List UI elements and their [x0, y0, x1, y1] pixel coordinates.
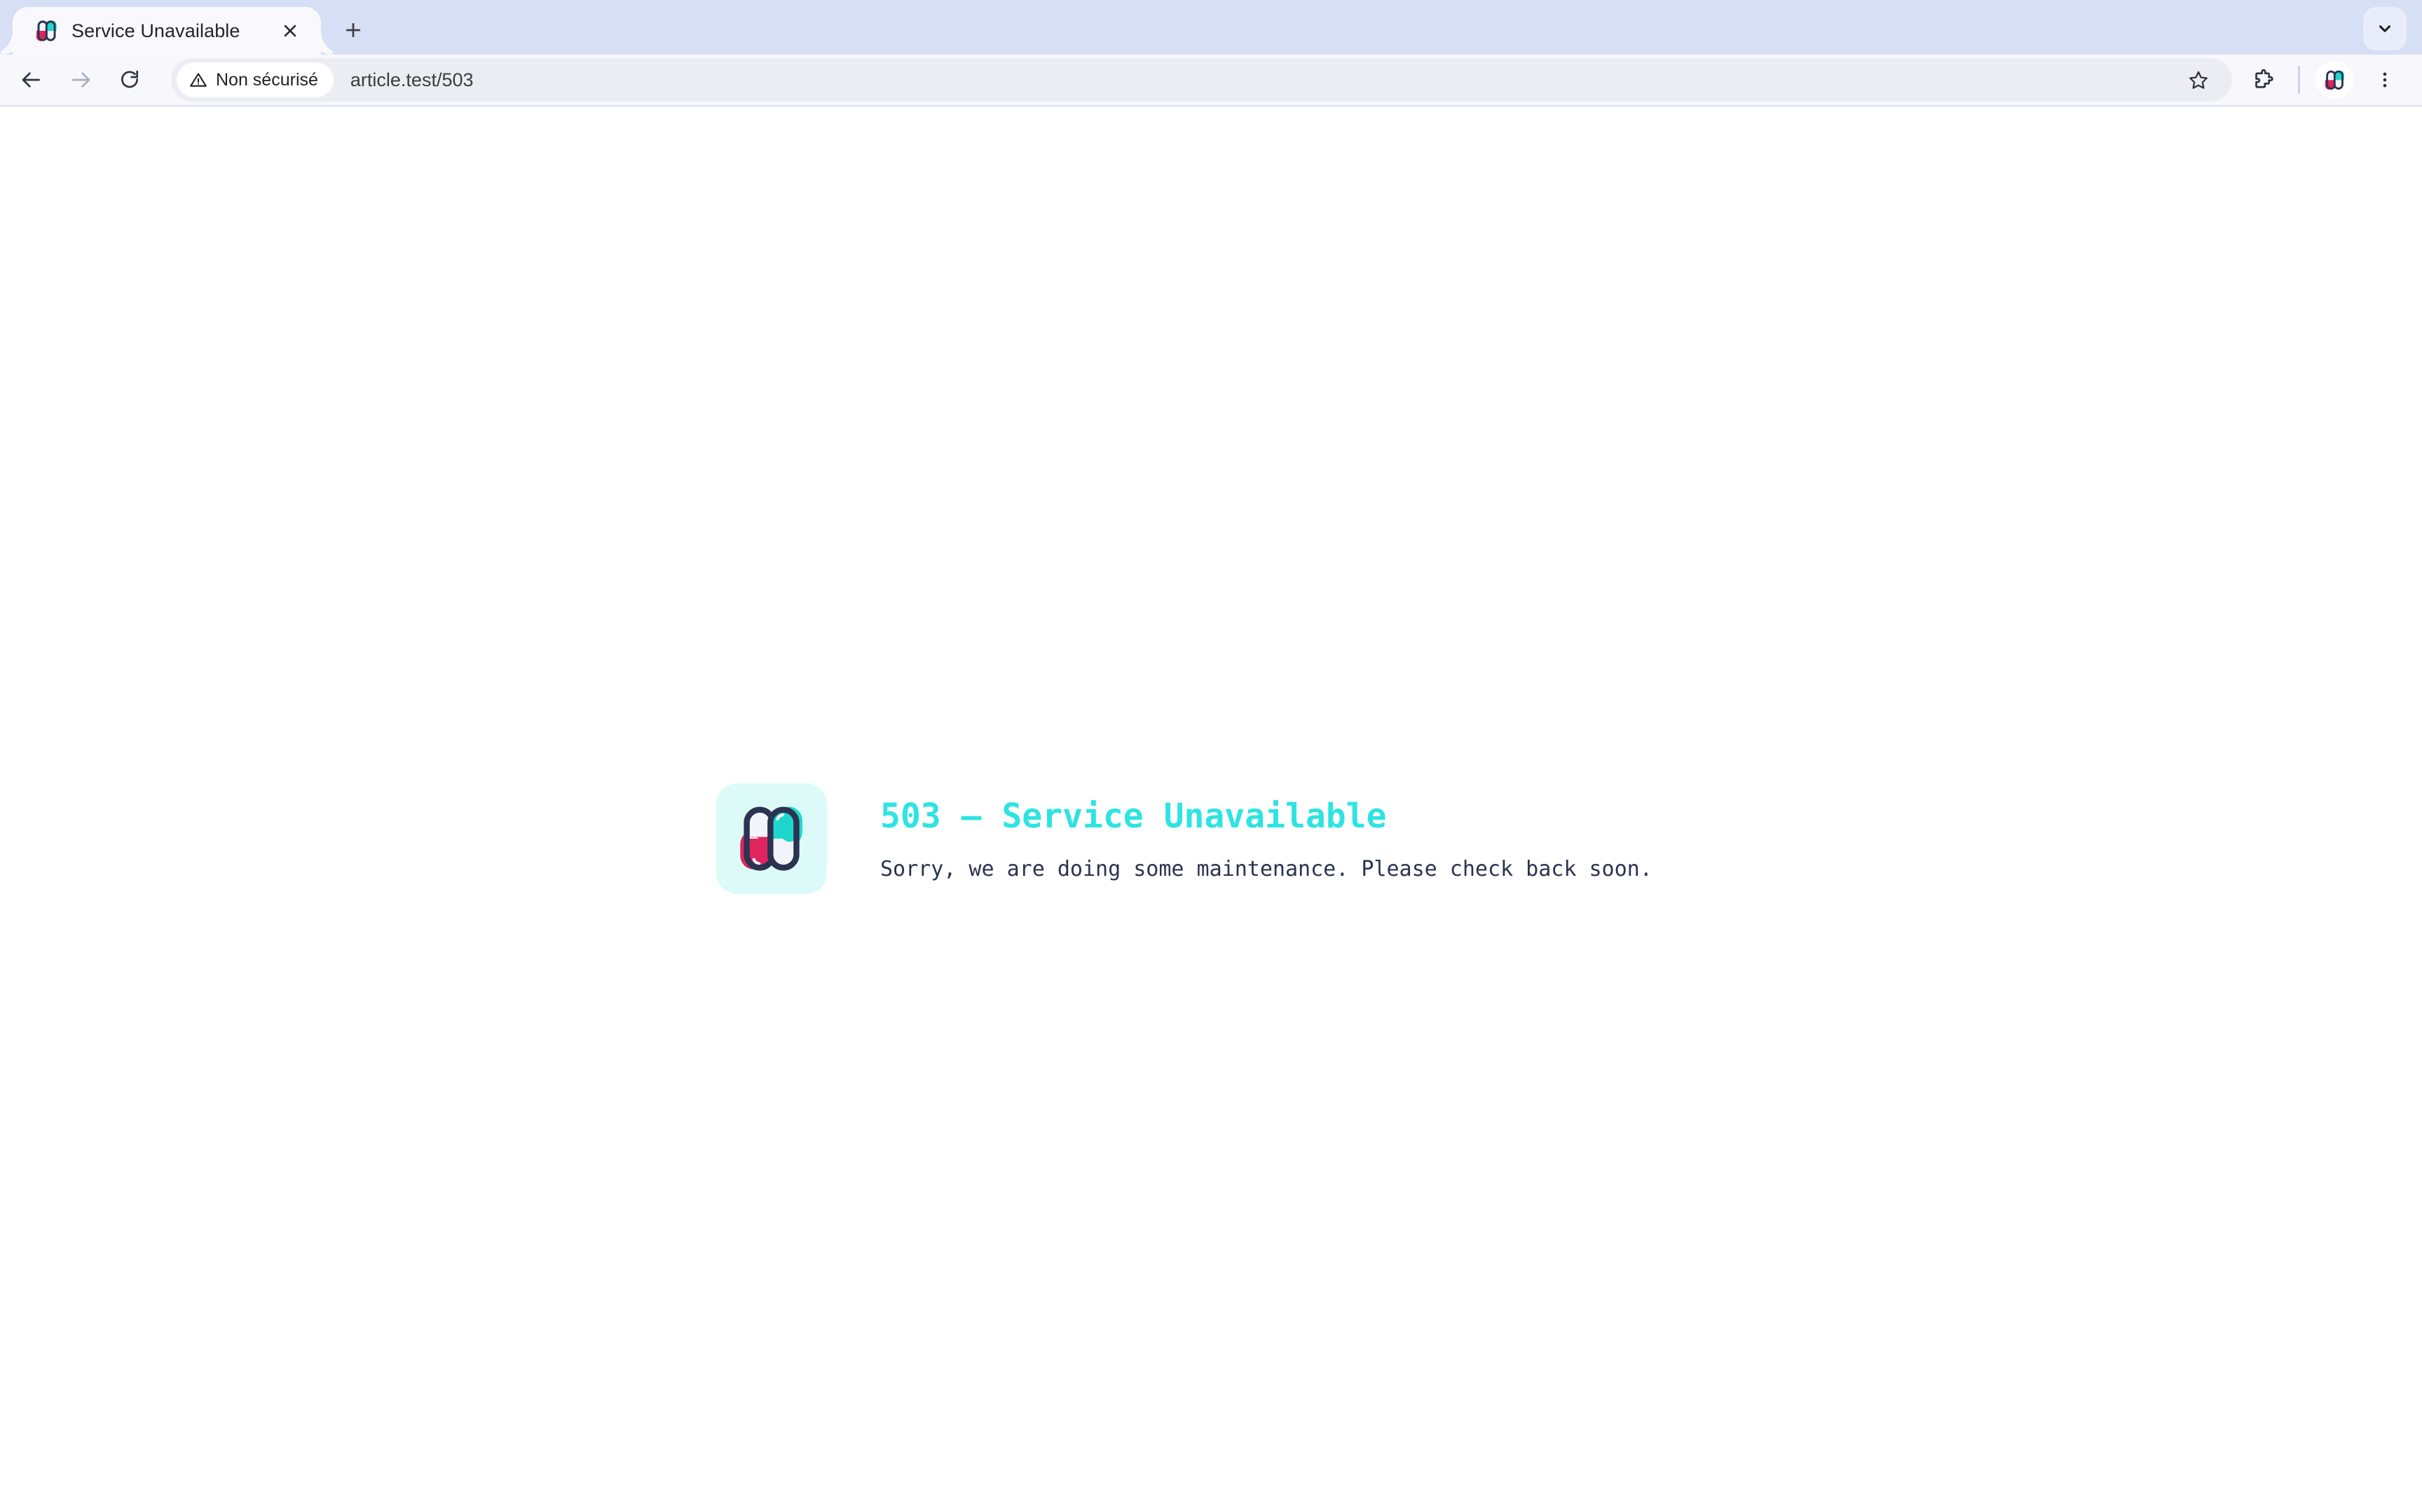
back-button[interactable]	[7, 55, 56, 104]
omnibox-actions	[2179, 60, 2218, 99]
error-page-content: 503 — Service Unavailable Sorry, we are …	[716, 783, 1653, 894]
three-dot-menu-icon	[2383, 72, 2387, 88]
reload-button[interactable]	[105, 55, 154, 104]
url-text[interactable]: article.test/503	[350, 69, 474, 91]
pills-logo-icon	[740, 806, 802, 871]
page-viewport: 503 — Service Unavailable Sorry, we are …	[0, 106, 2422, 1512]
error-subtitle: Sorry, we are doing some maintenance. Pl…	[880, 856, 1653, 881]
tab-strip: Service Unavailable	[0, 0, 2422, 55]
bookmark-button[interactable]	[2179, 60, 2218, 99]
chevron-down-icon	[2379, 25, 2391, 32]
pills-icon	[36, 20, 57, 41]
tab-service-unavailable[interactable]: Service Unavailable	[13, 7, 321, 55]
error-heading: 503 — Service Unavailable	[880, 796, 1387, 836]
plus-icon	[345, 22, 361, 38]
close-icon[interactable]	[275, 15, 306, 46]
toolbar-divider	[2298, 66, 2300, 94]
tab-title: Service Unavailable	[71, 20, 240, 41]
warning-triangle-icon	[190, 73, 207, 87]
profile-avatar[interactable]	[2315, 61, 2353, 99]
logo-card	[716, 783, 827, 894]
browser-window: Service Unavailable Non sécurisé article…	[0, 0, 2422, 1512]
security-label: Non sécurisé	[216, 69, 318, 90]
tab-search-button[interactable]	[2363, 7, 2407, 50]
error-text-block: 503 — Service Unavailable Sorry, we are …	[880, 795, 1653, 883]
star-icon	[2189, 71, 2208, 89]
reload-icon	[121, 70, 138, 88]
browser-menu-button[interactable]	[2363, 58, 2407, 102]
pills-avatar-icon	[2325, 70, 2344, 90]
arrow-left-icon	[22, 72, 40, 88]
puzzle-piece-icon	[2255, 69, 2273, 88]
site-security-chip[interactable]: Non sécurisé	[177, 62, 334, 97]
browser-toolbar: Non sécurisé article.test/503	[0, 55, 2422, 106]
extensions-button[interactable]	[2240, 57, 2285, 102]
arrow-right-icon	[72, 72, 90, 88]
address-bar[interactable]: Non sécurisé article.test/503	[171, 58, 2232, 102]
forward-button	[56, 55, 105, 104]
